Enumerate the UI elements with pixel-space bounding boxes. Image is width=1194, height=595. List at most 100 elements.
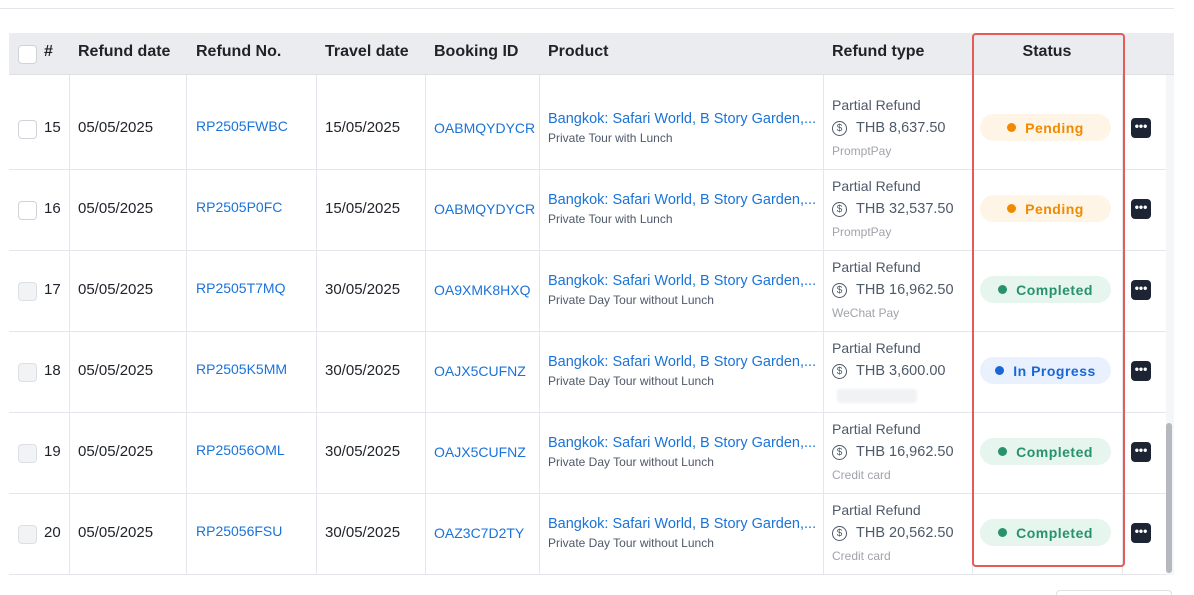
booking-id-link[interactable]: OAJX5CUFNZ [434,363,526,379]
refund-amount: $ THB 8,637.50 [832,120,945,136]
refund-amount: $ THB 3,600.00 [832,363,945,379]
status-dot-icon [995,366,1005,375]
redacted-payment-method [837,389,917,403]
more-actions-icon[interactable]: ••• [1131,361,1151,381]
table-row: 17 05/05/2025 RP2505T7MQ 30/05/2025 OA9X… [9,250,1174,332]
refund-type-label: Partial Refund [832,97,921,113]
status-text: Completed [1016,524,1093,541]
status-dot-icon [1007,123,1017,132]
product-title-link[interactable]: Bangkok: Safari World, B Story Garden,..… [548,111,816,127]
refund-amount: $ THB 32,537.50 [832,201,954,217]
refund-table: # Refund date Refund No. Travel date Boo… [9,33,1174,575]
status-text: Pending [1025,119,1084,136]
row-checkbox[interactable] [18,444,37,463]
booking-id-link[interactable]: OABMQYDYCR [434,201,535,217]
more-actions-icon[interactable]: ••• [1131,280,1151,300]
row-index: 17 [44,281,61,298]
booking-id-link[interactable]: OAJX5CUFNZ [434,444,526,460]
refund-date: 05/05/2025 [78,443,154,460]
booking-id-link[interactable]: OA9XMK8HXQ [434,282,530,298]
payment-method: Credit card [832,549,891,563]
column-header-product[interactable]: Product [548,33,608,74]
refund-no-link[interactable]: RP2505FWBC [196,118,288,134]
refund-no-link[interactable]: RP2505T7MQ [196,280,285,296]
dollar-coin-icon: $ [832,201,847,217]
status-dot-icon [1007,204,1017,213]
column-header-status[interactable]: Status [972,33,1122,74]
row-checkbox[interactable] [18,201,37,220]
refund-amount-value: THB 16,962.50 [856,282,954,298]
status-badge: Completed [980,276,1111,303]
row-index: 15 [44,119,61,136]
travel-date: 30/05/2025 [325,362,401,379]
status-text: Completed [1016,443,1093,460]
refund-amount-value: THB 32,537.50 [856,201,954,217]
table-row: 19 05/05/2025 RP25056OML 30/05/2025 OAJX… [9,412,1174,494]
status-text: In Progress [1013,362,1096,379]
travel-date: 15/05/2025 [325,200,401,217]
refund-date: 05/05/2025 [78,362,154,379]
refund-amount-value: THB 3,600.00 [856,363,946,379]
more-actions-icon[interactable]: ••• [1131,118,1151,138]
booking-id-link[interactable]: OABMQYDYCR [434,120,535,136]
column-header-travel-date[interactable]: Travel date [325,33,409,74]
table-row: 16 05/05/2025 RP2505P0FC 15/05/2025 OABM… [9,169,1174,251]
refund-no-link[interactable]: RP2505P0FC [196,199,282,215]
status-badge: Pending [980,195,1111,222]
row-index: 18 [44,362,61,379]
product-title-link[interactable]: Bangkok: Safari World, B Story Garden,..… [548,354,816,370]
product-title-link[interactable]: Bangkok: Safari World, B Story Garden,..… [548,273,816,289]
row-index: 19 [44,443,61,460]
status-text: Completed [1016,281,1093,298]
product-subtitle: Private Tour with Lunch [548,131,673,145]
row-checkbox[interactable] [18,282,37,301]
status-badge: In Progress [980,357,1111,384]
refund-type-label: Partial Refund [832,259,921,275]
refund-amount-value: THB 20,562.50 [856,525,954,541]
product-title-link[interactable]: Bangkok: Safari World, B Story Garden,..… [548,192,816,208]
status-badge: Completed [980,519,1111,546]
refund-type-label: Partial Refund [832,340,921,356]
status-text: Pending [1025,200,1084,217]
dollar-coin-icon: $ [832,363,847,379]
refund-no-link[interactable]: RP2505K5MM [196,361,287,377]
more-actions-icon[interactable]: ••• [1131,442,1151,462]
refund-no-link[interactable]: RP25056FSU [196,523,282,539]
status-dot-icon [998,447,1008,456]
status-badge: Pending [980,114,1111,141]
refund-amount: $ THB 16,962.50 [832,444,954,460]
more-actions-icon[interactable]: ••• [1131,523,1151,543]
product-subtitle: Private Tour with Lunch [548,212,673,226]
status-dot-icon [998,285,1008,294]
refund-amount-value: THB 16,962.50 [856,444,954,460]
column-header-refund-date[interactable]: Refund date [78,33,170,74]
dollar-coin-icon: $ [832,444,847,460]
booking-id-link[interactable]: OAZ3C7D2TY [434,525,524,541]
dollar-coin-icon: $ [832,282,847,298]
product-title-link[interactable]: Bangkok: Safari World, B Story Garden,..… [548,435,816,451]
refund-date: 05/05/2025 [78,524,154,541]
row-checkbox[interactable] [18,120,37,139]
status-dot-icon [998,528,1008,537]
more-actions-icon[interactable]: ••• [1131,199,1151,219]
travel-date: 30/05/2025 [325,524,401,541]
product-subtitle: Private Day Tour without Lunch [548,455,714,469]
column-header-booking-id[interactable]: Booking ID [434,33,518,74]
refund-date: 05/05/2025 [78,200,154,217]
dollar-coin-icon: $ [832,120,847,136]
scrollbar-thumb[interactable] [1166,423,1172,573]
payment-method: PromptPay [832,144,892,158]
payment-method: PromptPay [832,225,892,239]
refund-amount-value: THB 8,637.50 [856,120,946,136]
refund-amount: $ THB 16,962.50 [832,282,954,298]
column-header-refund-no[interactable]: Refund No. [196,33,281,74]
column-header-refund-type[interactable]: Refund type [832,33,924,74]
row-checkbox[interactable] [18,363,37,382]
product-title-link[interactable]: Bangkok: Safari World, B Story Garden,..… [548,516,816,532]
select-all-checkbox[interactable] [18,45,37,64]
row-index: 20 [44,524,61,541]
travel-date: 15/05/2025 [325,119,401,136]
row-checkbox[interactable] [18,525,37,544]
refund-no-link[interactable]: RP25056OML [196,442,285,458]
table-row: 18 05/05/2025 RP2505K5MM 30/05/2025 OAJX… [9,331,1174,413]
